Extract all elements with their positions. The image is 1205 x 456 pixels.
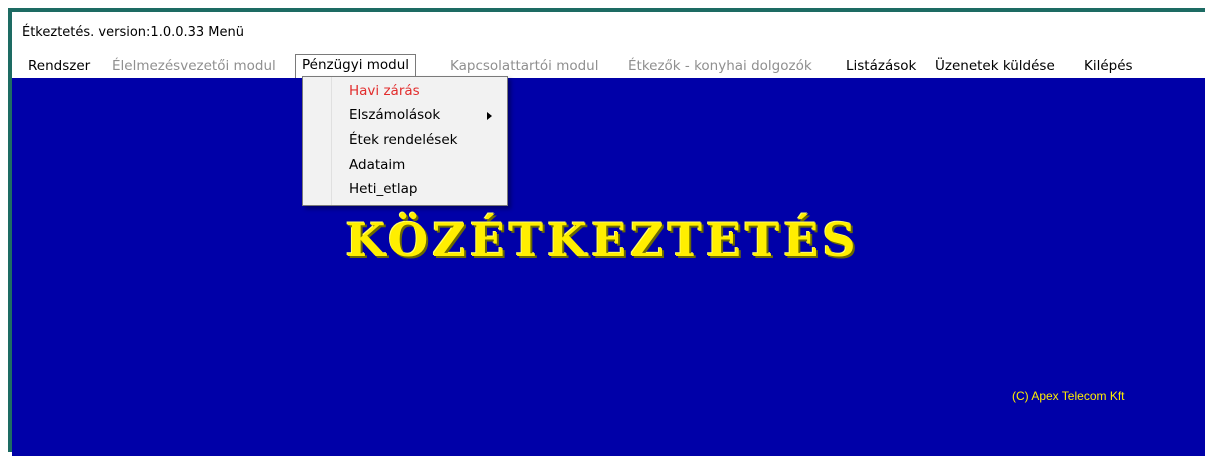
window-title: Étkeztetés. version:1.0.0.33 Menü bbox=[22, 25, 244, 40]
menu-item-etek-rendelesek[interactable]: Étek rendelések bbox=[349, 130, 457, 150]
menu-item-heti-etlap[interactable]: Heti_etlap bbox=[349, 179, 417, 199]
menu-kapcsolattartoi-modul[interactable]: Kapcsolattartói modul bbox=[450, 56, 599, 76]
dropdown-icon-gutter bbox=[303, 77, 332, 205]
title-bar: Étkeztetés. version:1.0.0.33 Menü bbox=[12, 12, 1205, 50]
menu-item-elszamolasok[interactable]: Elszámolások bbox=[349, 105, 440, 125]
menu-item-adataim[interactable]: Adataim bbox=[349, 155, 405, 175]
menu-elelmezesvezetoi-modul[interactable]: Élelmezésvezetői modul bbox=[112, 56, 276, 76]
penzugyi-modul-dropdown: Havi zárás Elszámolások Étek rendelések … bbox=[302, 76, 508, 206]
submenu-arrow-icon bbox=[487, 112, 492, 120]
menu-etkezok-konyhai-dolgozok[interactable]: Étkezők - konyhai dolgozók bbox=[628, 56, 812, 76]
menu-rendszer[interactable]: Rendszer bbox=[28, 56, 90, 76]
menu-penzugyi-modul[interactable]: Pénzügyi modul bbox=[295, 54, 417, 78]
menu-uzenetek-kuldese[interactable]: Üzenetek küldése bbox=[935, 56, 1055, 76]
menu-kilepes[interactable]: Kilépés bbox=[1084, 56, 1133, 76]
menu-listazasok[interactable]: Listázások bbox=[846, 56, 916, 76]
app-window: Étkeztetés. version:1.0.0.33 Menü Rendsz… bbox=[8, 8, 1205, 456]
copyright-text: (C) Apex Telecom Kft bbox=[1012, 389, 1125, 403]
menu-item-havi-zaras[interactable]: Havi zárás bbox=[349, 81, 420, 101]
menu-bar: Rendszer Élelmezésvezetői modul Pénzügyi… bbox=[12, 52, 1205, 78]
